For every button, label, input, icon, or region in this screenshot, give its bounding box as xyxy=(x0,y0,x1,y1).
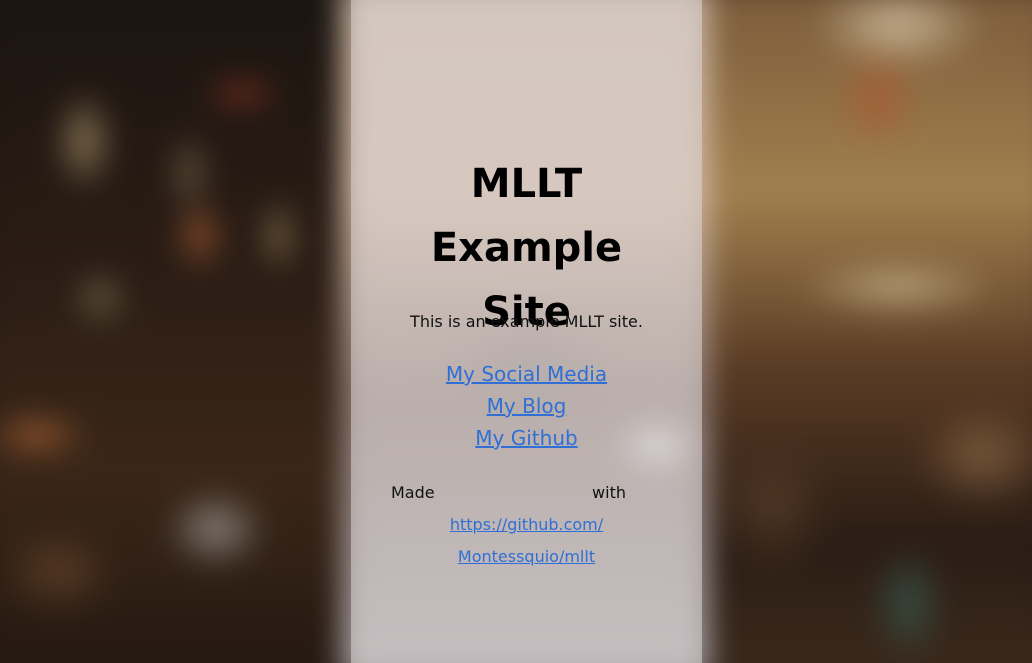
content-panel: MLLT Example Site This is an example MLL… xyxy=(351,0,702,663)
blog-link[interactable]: My Blog xyxy=(487,394,567,418)
footer-made-text: Made xyxy=(391,483,435,502)
github-link[interactable]: My Github xyxy=(475,426,577,450)
list-item: My Github xyxy=(351,424,702,456)
footer-with-text: with xyxy=(592,483,626,502)
list-item: My Blog xyxy=(351,392,702,424)
background-left xyxy=(0,0,353,663)
link-list: My Social Media My Blog My Github xyxy=(351,360,702,456)
background-right xyxy=(709,0,1032,663)
footer-credit: Made with https://github.com/Montessquio… xyxy=(391,477,662,573)
list-item: My Social Media xyxy=(351,360,702,392)
social-media-link[interactable]: My Social Media xyxy=(446,362,607,386)
repo-link-part1: https://github.com/ xyxy=(449,515,604,534)
repo-link-part2: Montessquio/mllt xyxy=(457,547,596,566)
site-description: This is an example MLLT site. xyxy=(410,312,643,331)
repo-link[interactable]: https://github.com/Montessquio/mllt xyxy=(450,515,603,566)
